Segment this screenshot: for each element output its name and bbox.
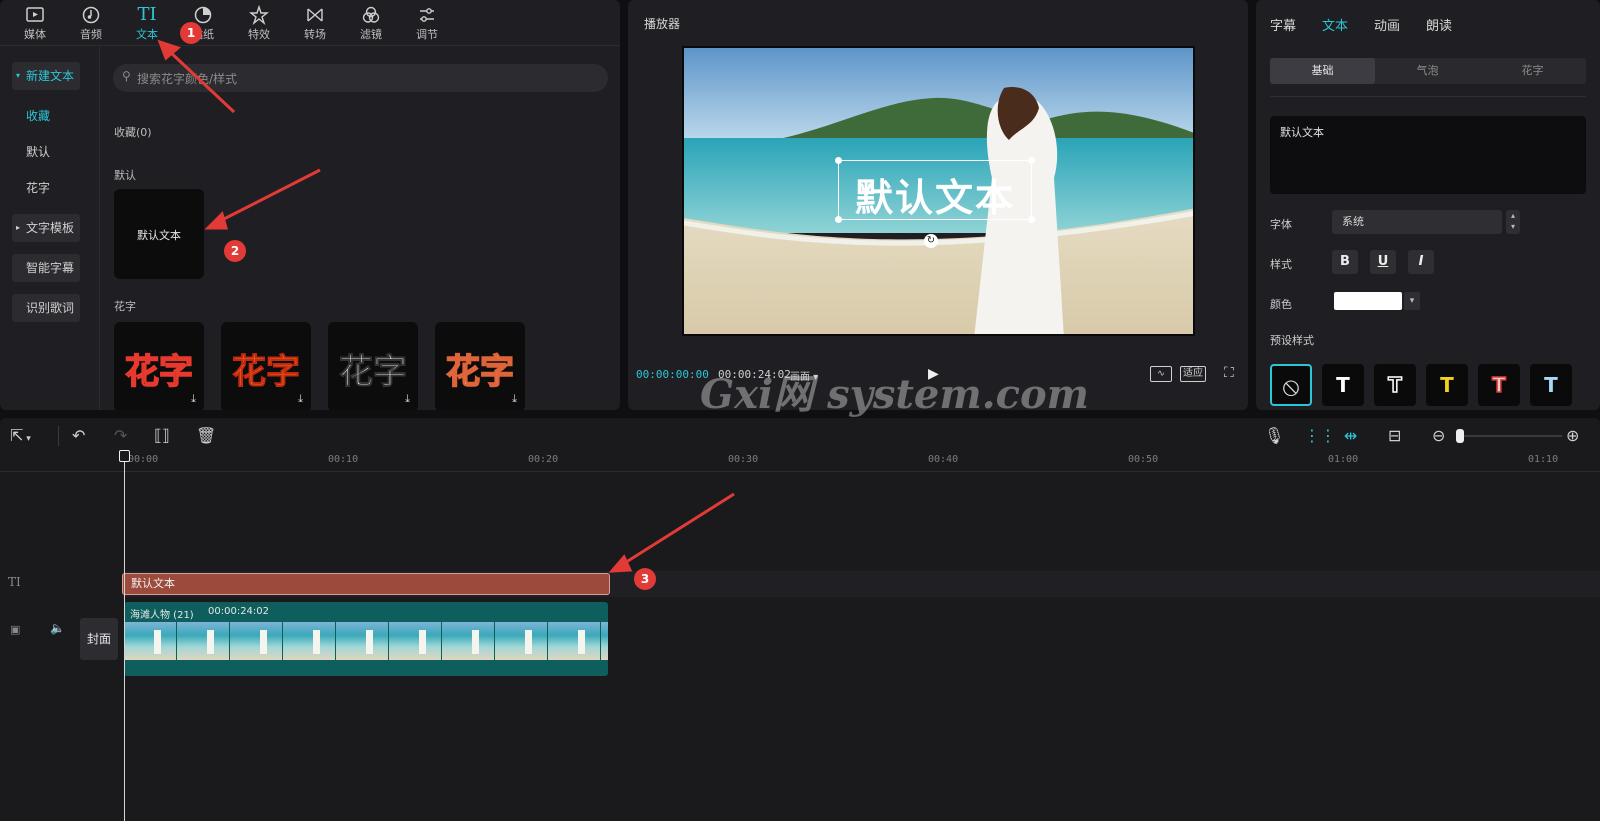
watermark-logo: Gxi网 system.com	[700, 371, 1089, 418]
annotation-marker-1: 1	[180, 22, 202, 44]
annotation-marker-3: 3	[634, 568, 656, 590]
annotation-marker-2: 2	[224, 240, 246, 262]
